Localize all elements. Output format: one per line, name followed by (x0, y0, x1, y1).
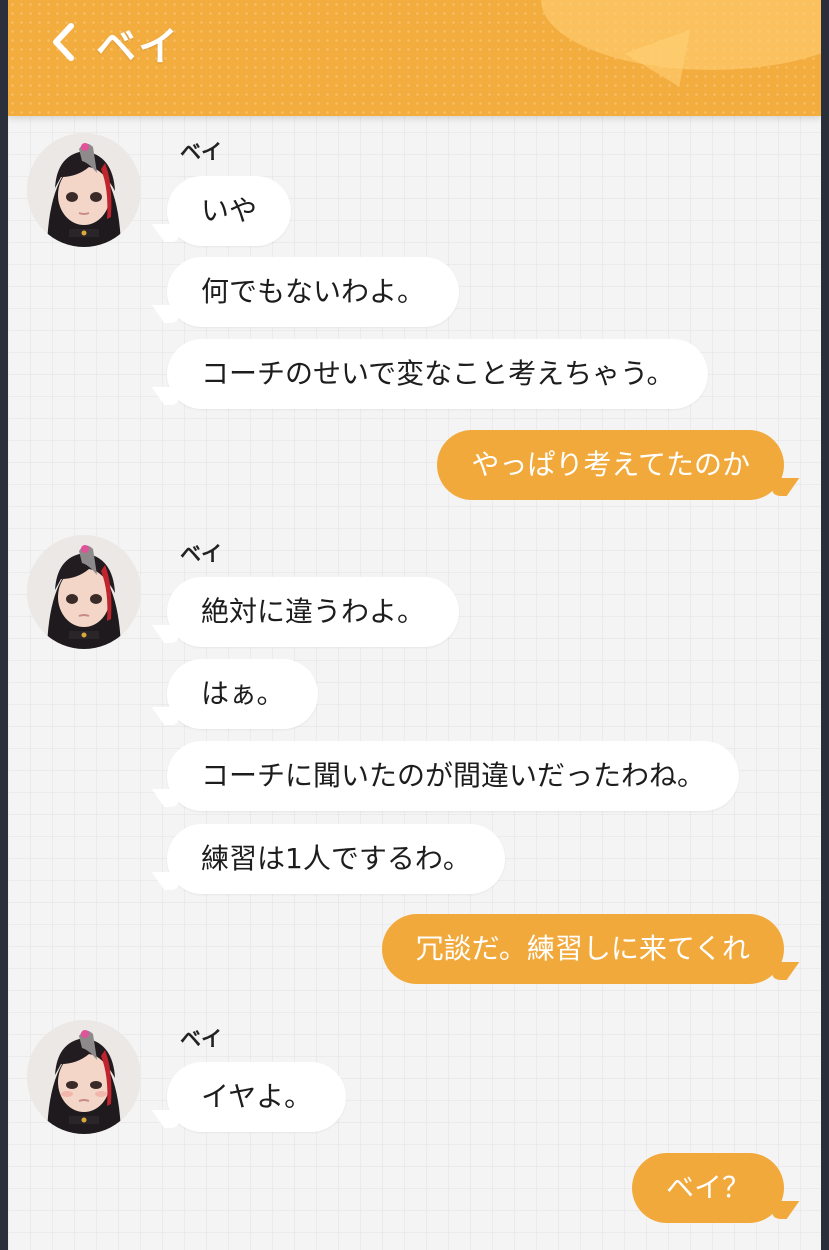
message-text: イヤよ。 (201, 1080, 313, 1113)
chevron-left-icon (53, 23, 74, 61)
character-portrait-icon (27, 133, 141, 247)
character-portrait-icon (27, 1020, 141, 1134)
message-text: いや (201, 194, 258, 227)
app-frame: ベイ ベイ いや 何でもないわよ。 コーチのせいで変なこと考えちゃう。 やっぱり… (0, 0, 829, 1250)
incoming-message-bubble: コーチに聞いたのが間違いだったわね。 (167, 741, 740, 811)
sender-name: ベイ (180, 1027, 222, 1051)
message-text: ベイ？ (665, 1171, 750, 1204)
character-portrait-icon (27, 535, 141, 649)
back-button[interactable] (44, 20, 84, 64)
message-text: コーチに聞いたのが間違いだったわね。 (201, 759, 706, 792)
message-text: やっぱり考えてたのか (471, 448, 750, 481)
incoming-message-bubble: イヤよ。 (167, 1062, 347, 1132)
outgoing-message-bubble: 冗談だ。練習しに来てくれ (381, 914, 784, 984)
chat-header: ベイ (8, 0, 821, 116)
incoming-message-bubble: いや (167, 176, 292, 246)
message-text: 練習は1人でするわ。 (201, 842, 471, 875)
message-text: コーチのせいで変なこと考えちゃう。 (201, 357, 675, 390)
message-text: はぁ。 (201, 677, 285, 710)
message-text: 冗談だ。練習しに来てくれ (415, 932, 750, 965)
sender-name: ベイ (180, 140, 222, 164)
incoming-message-bubble: 何でもないわよ。 (167, 257, 460, 327)
avatar[interactable] (27, 1020, 141, 1134)
incoming-message-bubble: コーチのせいで変なこと考えちゃう。 (167, 339, 709, 409)
sender-name: ベイ (180, 542, 222, 566)
avatar[interactable] (27, 133, 141, 247)
message-text: 絶対に違うわよ。 (201, 595, 426, 628)
message-text: 何でもないわよ。 (201, 275, 426, 308)
incoming-message-bubble: はぁ。 (167, 659, 319, 729)
incoming-message-bubble: 絶対に違うわよ。 (167, 577, 460, 647)
chat-screen: ベイ ベイ いや 何でもないわよ。 コーチのせいで変なこと考えちゃう。 やっぱり… (8, 0, 821, 1250)
chat-title: ベイ (96, 24, 180, 70)
outgoing-message-bubble: ベイ？ (631, 1153, 784, 1223)
avatar[interactable] (27, 535, 141, 649)
outgoing-message-bubble: やっぱり考えてたのか (437, 430, 784, 500)
incoming-message-bubble: 練習は1人でするわ。 (167, 824, 505, 894)
